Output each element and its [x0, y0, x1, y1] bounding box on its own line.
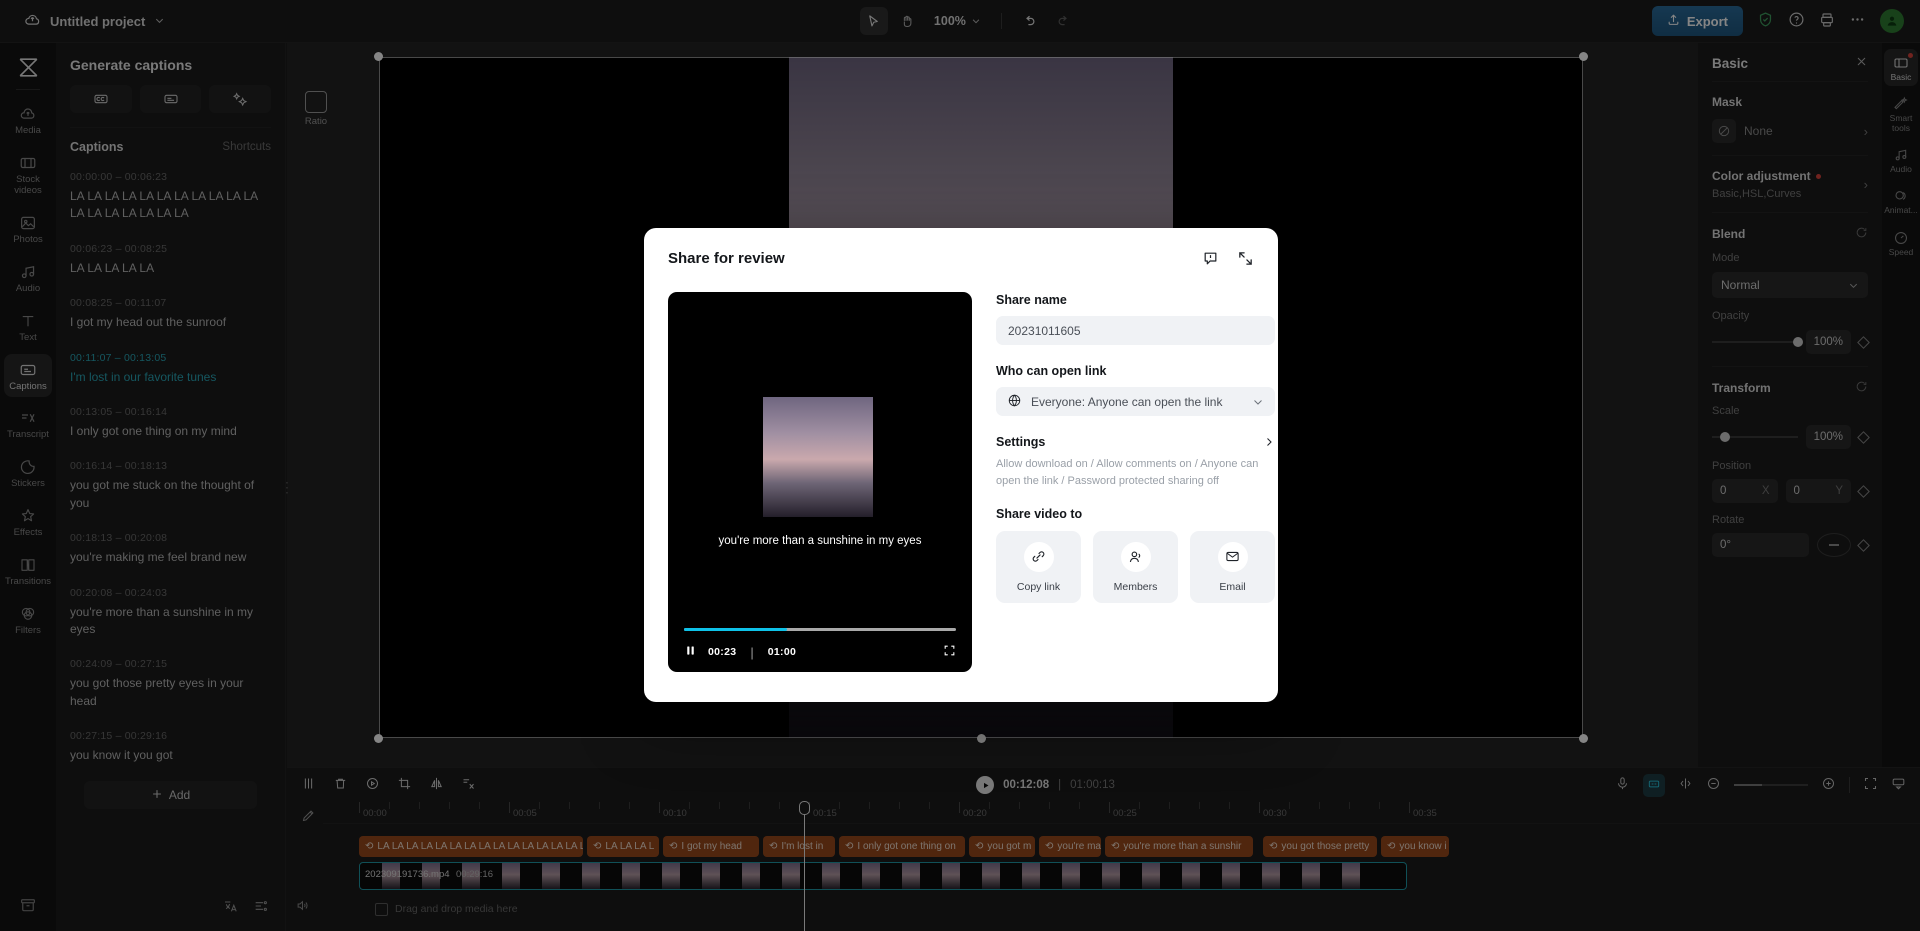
- chevron-right-icon: [1267, 438, 1272, 446]
- collapse-icon[interactable]: [1237, 250, 1254, 270]
- chevron-down-icon: [1254, 399, 1262, 405]
- feedback-icon[interactable]: [1202, 250, 1219, 270]
- time-separator: |: [750, 644, 754, 660]
- preview-frame: [763, 397, 873, 517]
- settings-label: Settings: [996, 435, 1046, 449]
- members-label: Members: [1113, 580, 1158, 593]
- progress-fill: [684, 628, 788, 631]
- modal-header: Share for review: [668, 250, 1254, 270]
- who-can-open-label: Who can open link: [996, 364, 1107, 378]
- share-targets: Copy link Members Email: [996, 531, 1275, 603]
- share-video-to-label: Share video to: [996, 507, 1083, 521]
- members-icon: [1120, 541, 1151, 572]
- settings-row[interactable]: Settings: [996, 435, 1275, 449]
- who-can-open-select[interactable]: Everyone: Anyone can open the link: [996, 387, 1275, 416]
- preview-controls-row: 00:23 | 01:00: [684, 644, 956, 660]
- copy-link-button[interactable]: Copy link: [996, 531, 1081, 603]
- email-icon: [1217, 541, 1248, 572]
- members-button[interactable]: Members: [1093, 531, 1178, 603]
- share-for-review-dialog: Share for review you're more than a suns…: [644, 228, 1278, 702]
- modal-header-actions: [1202, 250, 1254, 270]
- video-preview-player[interactable]: you're more than a sunshine in my eyes 0…: [668, 292, 972, 672]
- preview-total-time: 01:00: [767, 646, 797, 658]
- pause-icon[interactable]: [684, 644, 697, 660]
- share-form: Share name 20231011605 Who can open link…: [996, 292, 1275, 672]
- preview-controls: 00:23 | 01:00: [668, 628, 972, 672]
- preview-caption: you're more than a sunshine in my eyes: [718, 535, 922, 547]
- link-icon: [1023, 541, 1054, 572]
- progress-bar[interactable]: [684, 628, 956, 631]
- share-name-input[interactable]: 20231011605: [996, 316, 1275, 345]
- settings-note: Allow download on / Allow comments on / …: [996, 458, 1259, 487]
- preview-current-time: 00:23: [708, 646, 737, 658]
- who-can-open-value: Everyone: Anyone can open the link: [1031, 394, 1223, 409]
- copy-link-label: Copy link: [1016, 580, 1061, 593]
- globe-icon: [1007, 393, 1022, 411]
- fullscreen-icon[interactable]: [943, 644, 956, 660]
- modal-body: you're more than a sunshine in my eyes 0…: [668, 292, 1275, 672]
- modal-title: Share for review: [668, 250, 785, 267]
- email-label: Email: [1219, 580, 1246, 593]
- share-name-label: Share name: [996, 293, 1067, 307]
- email-button[interactable]: Email: [1190, 531, 1275, 603]
